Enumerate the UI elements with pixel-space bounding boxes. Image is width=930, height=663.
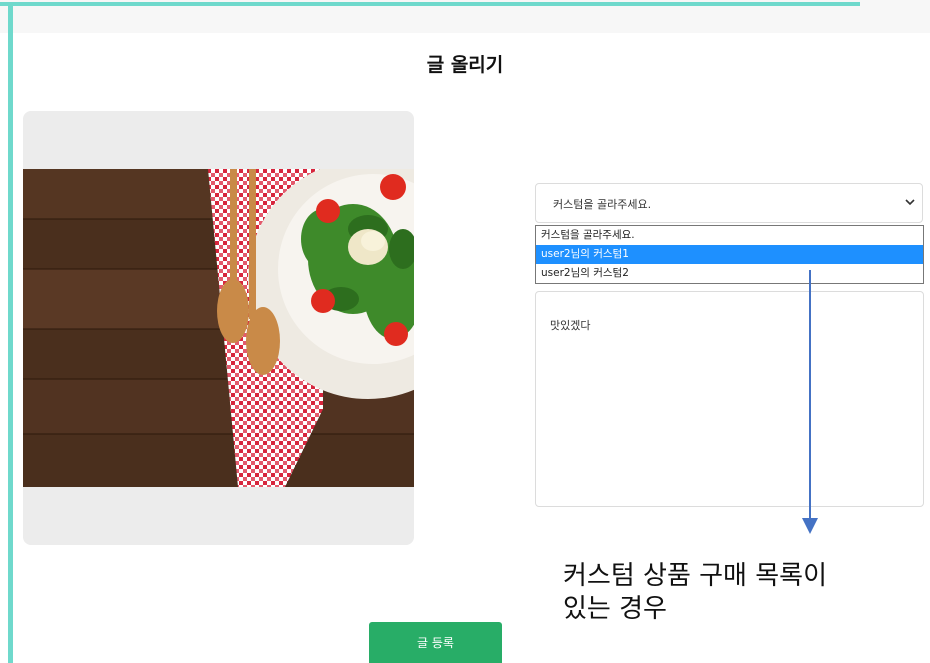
annotation-text: 커스텀 상품 구매 목록이 있는 경우 bbox=[563, 560, 903, 626]
accent-bar-left bbox=[8, 2, 13, 663]
annotation-arrow bbox=[802, 270, 818, 534]
custom-select-value: 커스텀을 골라주세요. bbox=[553, 198, 652, 211]
page-title: 글 올리기 bbox=[426, 54, 504, 76]
image-upload-panel[interactable] bbox=[23, 111, 414, 545]
content-textarea[interactable]: 맛있겠다 bbox=[535, 291, 924, 507]
submit-button[interactable]: 글 등록 bbox=[369, 622, 502, 663]
dropdown-option[interactable]: 커스텀을 골라주세요. bbox=[536, 226, 923, 245]
custom-select[interactable]: 커스텀을 골라주세요. bbox=[535, 183, 923, 223]
custom-select-dropdown: 커스텀을 골라주세요. user2님의 커스텀1 user2님의 커스텀2 bbox=[535, 225, 924, 284]
dropdown-option-highlighted[interactable]: user2님의 커스텀1 bbox=[536, 245, 923, 264]
accent-bar-top bbox=[0, 2, 860, 6]
annotation-line-1: 커스텀 상품 구매 목록이 bbox=[563, 561, 827, 591]
annotation-line-2: 있는 경우 bbox=[563, 594, 667, 624]
content-text: 맛있겠다 bbox=[550, 319, 591, 332]
food-photo bbox=[23, 169, 414, 487]
chevron-down-icon bbox=[905, 199, 915, 206]
dropdown-option[interactable]: user2님의 커스텀2 bbox=[536, 264, 923, 283]
